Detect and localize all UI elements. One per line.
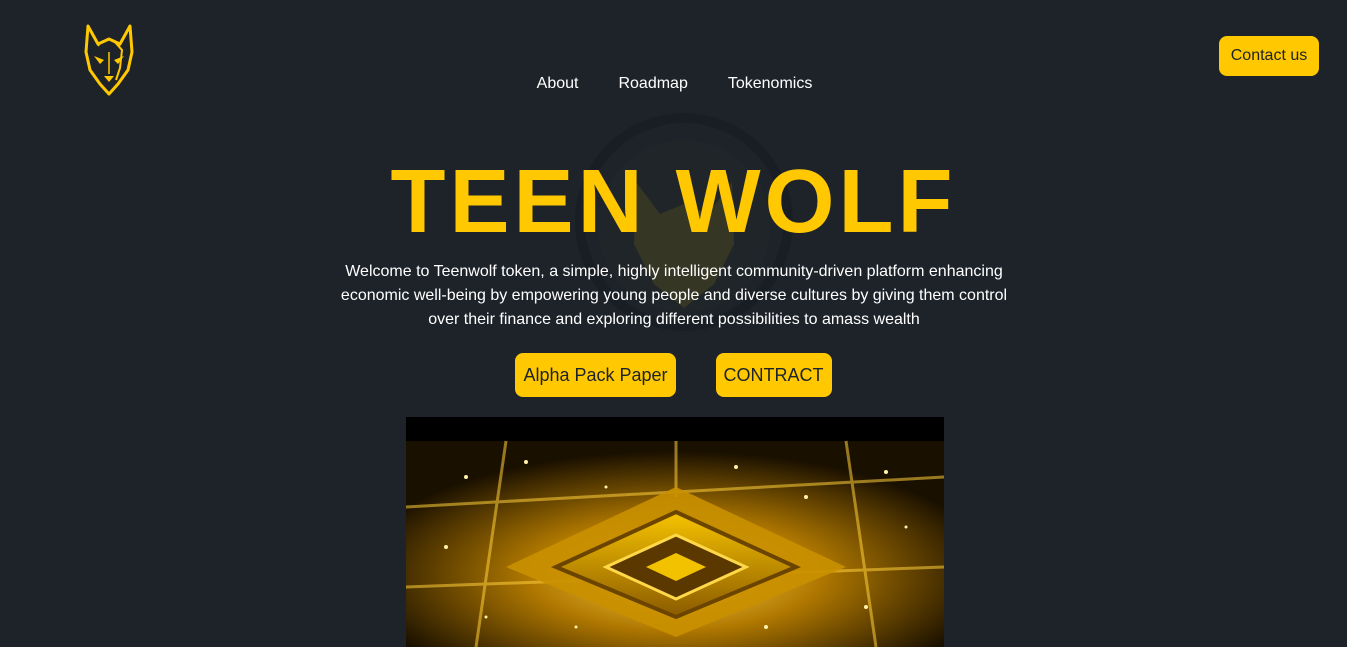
nav-item-about[interactable]: About [537, 74, 579, 94]
contact-us-button[interactable]: Contact us [1219, 36, 1319, 76]
golden-microchip-image [406, 417, 944, 647]
alpha-pack-paper-button[interactable]: Alpha Pack Paper [515, 353, 676, 397]
main-nav: About Roadmap Tokenomics [0, 74, 1347, 94]
cta-buttons: Alpha Pack Paper CONTRACT [0, 353, 1347, 397]
landing-page: About Roadmap Tokenomics Contact us TEEN… [0, 0, 1347, 647]
hero-title: TEEN WOLF [390, 152, 957, 252]
nav-item-roadmap[interactable]: Roadmap [618, 74, 687, 94]
hero-description: Welcome to Teenwolf token, a simple, hig… [340, 263, 1008, 328]
contract-button[interactable]: CONTRACT [715, 353, 832, 397]
nav-item-tokenomics[interactable]: Tokenomics [728, 74, 812, 94]
